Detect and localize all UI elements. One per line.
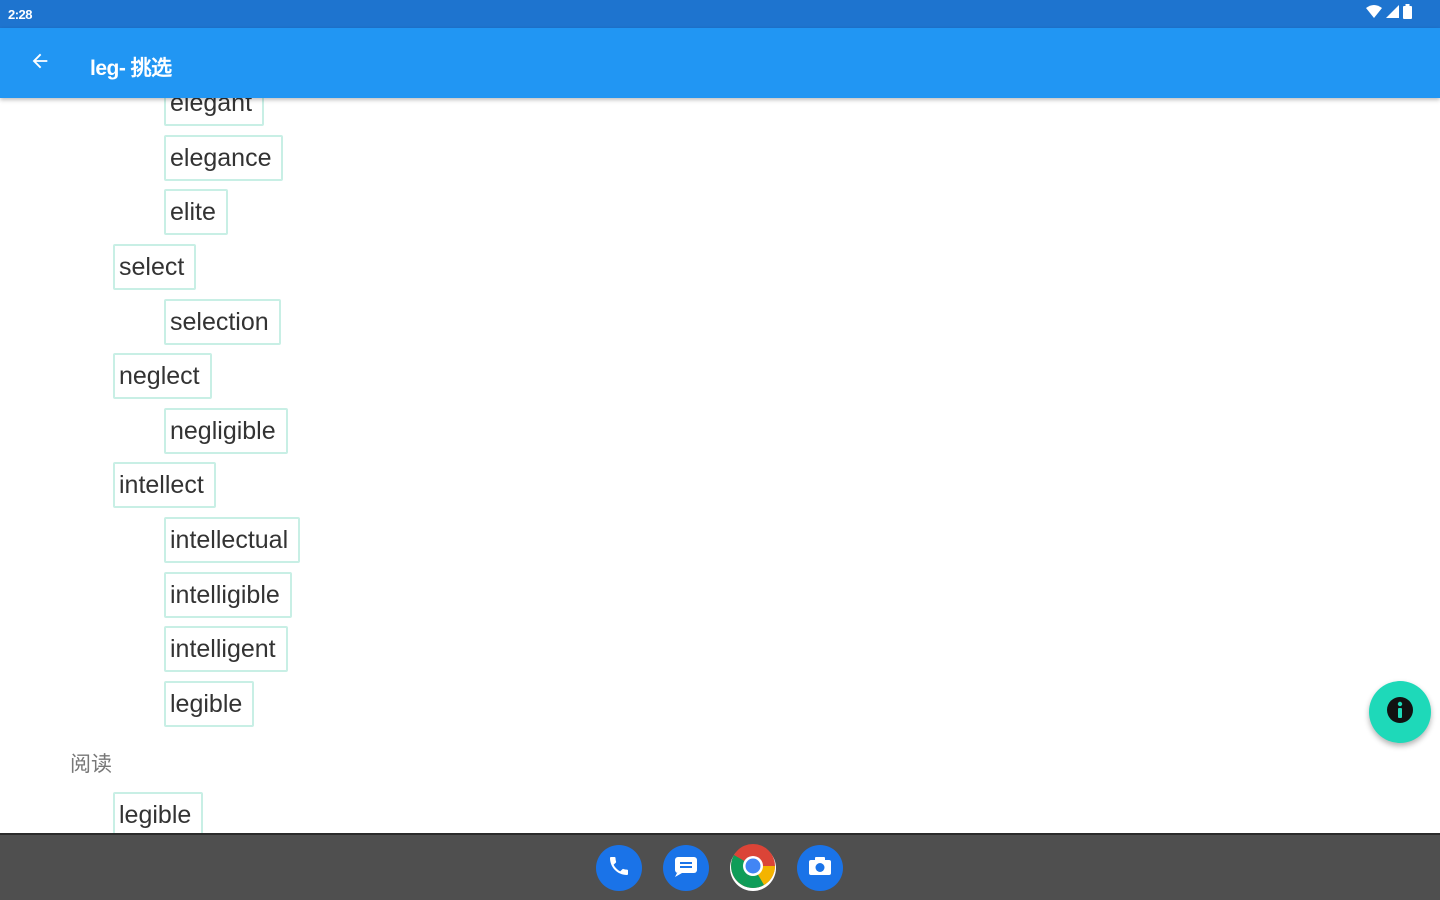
status-icons [1366,4,1412,24]
page-title: leg- 挑选 [90,57,172,80]
app-bar: leg- 挑选 [0,28,1440,98]
camera-icon [807,854,833,883]
word-chip-elegant[interactable]: elegant [164,98,265,126]
chrome-app-button[interactable] [730,843,776,894]
navigation-bar [0,833,1440,900]
battery-icon [1403,4,1412,24]
word-chip-intellectual[interactable]: intellectual [164,517,301,563]
word-chip-elegance[interactable]: elegance [164,135,284,181]
info-fab-button[interactable] [1369,681,1431,743]
back-button[interactable] [22,45,58,81]
word-chip-legible[interactable]: legible [164,681,255,727]
app-dock [596,843,843,894]
phone-icon [607,854,631,883]
signal-icon [1386,5,1399,23]
word-chip-intellect[interactable]: intellect [113,462,216,508]
messages-app-button[interactable] [663,845,709,891]
wifi-icon [1366,5,1382,23]
chrome-icon [730,843,776,894]
reading-section-label: 阅读 [70,753,112,776]
status-time: 2:28 [8,7,33,22]
reading-word-chip-legible[interactable]: legible [113,792,204,833]
word-chip-intelligent[interactable]: intelligent [164,626,288,672]
arrow-back-icon [29,50,51,77]
word-chip-selection[interactable]: selection [164,299,281,345]
word-chip-negligible[interactable]: negligible [164,408,288,454]
info-icon [1386,696,1414,729]
phone-app-button[interactable] [596,845,642,891]
word-chip-select[interactable]: select [113,244,197,290]
word-chip-intelligible[interactable]: intelligible [164,572,292,618]
messages-icon [673,854,699,883]
status-bar: 2:28 [0,0,1440,28]
word-chip-elite[interactable]: elite [164,189,228,235]
camera-app-button[interactable] [797,845,843,891]
word-chip-neglect[interactable]: neglect [113,353,212,399]
word-tree-list[interactable]: elegant elegance elite select selection … [0,98,1440,833]
